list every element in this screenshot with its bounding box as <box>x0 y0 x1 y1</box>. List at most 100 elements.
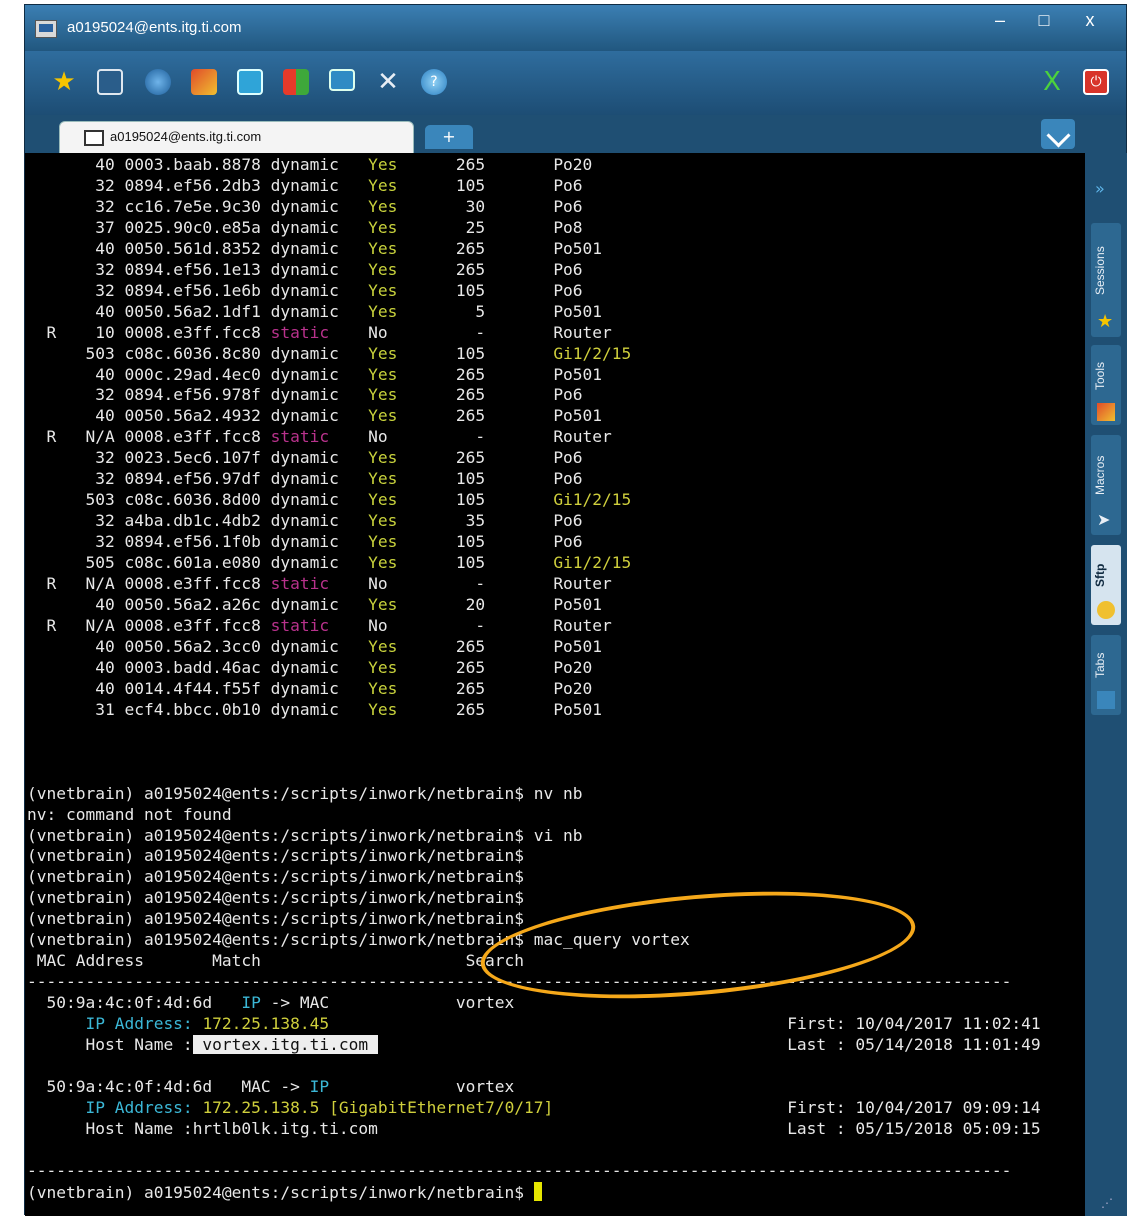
entry-type: dynamic <box>270 657 369 677</box>
collapse-sidebar-button[interactable]: » <box>1095 179 1105 198</box>
port-name: Po6 <box>553 259 583 279</box>
entry-type: static <box>270 615 369 635</box>
secure-flag: Yes <box>368 259 437 279</box>
row-prefix: 503 <box>27 343 125 363</box>
maximize-button[interactable]: □ <box>1022 5 1066 35</box>
entry-type: dynamic <box>270 238 369 258</box>
tab-session[interactable]: a0195024@ents.itg.ti.com <box>59 121 414 155</box>
close-button[interactable]: x <box>1068 5 1112 35</box>
row-prefix: R N/A <box>27 427 125 447</box>
terminal-output[interactable]: 40 0003.baab.8878 dynamic Yes 265 Po20 3… <box>25 153 1085 1216</box>
secure-flag: Yes <box>368 553 437 573</box>
mac-address: ecf4.bbcc.0b10 <box>124 699 271 719</box>
port-name: Po6 <box>553 196 583 216</box>
help-icon[interactable]: ? <box>421 69 447 95</box>
port-name: Po20 <box>553 155 593 174</box>
age-value: 105 <box>436 490 554 510</box>
terminal-icon[interactable] <box>237 69 263 95</box>
mac-table-row: 37 0025.90c0.e85a dynamic Yes 25 Po8 <box>27 217 582 237</box>
port-name: Po6 <box>553 469 583 489</box>
monitor-icon[interactable] <box>329 69 355 91</box>
port-name: Po501 <box>553 406 603 426</box>
shell-output: nv: command not found <box>27 804 232 824</box>
age-value: 265 <box>436 364 554 384</box>
mac-address: 0008.e3ff.fcc8 <box>124 615 271 635</box>
row-prefix: 32 <box>27 196 125 216</box>
secure-flag: Yes <box>368 280 437 300</box>
secure-flag: Yes <box>368 196 437 216</box>
port-name: Router <box>553 427 612 447</box>
mac-table-row: 31 ecf4.bbcc.0b10 dynamic Yes 265 Po501 <box>27 700 602 719</box>
sftp-icon <box>1097 601 1115 619</box>
sidebar-item-tools[interactable]: Tools <box>1091 345 1121 425</box>
match-to: MAC <box>299 993 456 1013</box>
shell-prompt: (vnetbrain) a0195024@ents:/scripts/inwor… <box>27 888 525 908</box>
secure-flag: Yes <box>368 364 437 384</box>
secure-flag: No <box>368 574 437 594</box>
age-value: 105 <box>436 343 554 363</box>
age-value: 20 <box>436 595 554 615</box>
star-icon[interactable]: ★ <box>51 67 77 97</box>
column-header-mac: MAC Address <box>27 951 213 971</box>
mac-address: 0894.ef56.1e13 <box>124 259 271 279</box>
age-value: 265 <box>436 678 554 698</box>
age-value: 265 <box>436 155 554 174</box>
secure-flag: Yes <box>368 238 437 258</box>
ip-address-label: IP Address: <box>27 1097 203 1117</box>
last-seen: Last : 05/14/2018 11:01:49 <box>787 1035 1041 1055</box>
age-value: 35 <box>436 511 554 531</box>
age-value: 25 <box>436 217 554 237</box>
tools-icon[interactable] <box>191 69 217 95</box>
sidebar-item-tabs[interactable]: Tabs <box>1091 635 1121 715</box>
secure-flag: Yes <box>368 385 437 405</box>
sessions-icon[interactable] <box>97 69 123 95</box>
monitor-icon <box>84 130 104 146</box>
minimize-button[interactable]: – <box>978 5 1022 35</box>
shell-prompt: (vnetbrain) a0195024@ents:/scripts/inwor… <box>27 909 525 929</box>
layout-icon[interactable] <box>283 69 309 95</box>
split-view-icon[interactable] <box>1041 119 1075 149</box>
match-arrow: -> <box>260 993 300 1013</box>
globe-icon[interactable] <box>145 69 171 95</box>
shell-command: mac_query vortex <box>524 930 690 950</box>
row-prefix: 32 <box>27 259 125 279</box>
entry-type: dynamic <box>270 678 369 698</box>
mac-address: 0003.baab.8878 <box>124 155 271 174</box>
age-value: 265 <box>436 385 554 405</box>
sidebar-item-macros[interactable]: Macros ➤ <box>1091 435 1121 535</box>
secure-flag: Yes <box>368 155 437 174</box>
first-seen: First: 10/04/2017 11:02:41 <box>787 1014 1041 1034</box>
secure-flag: Yes <box>368 636 437 656</box>
ip-address-value: 172.25.138.5 <box>202 1097 320 1117</box>
title-bar[interactable]: a0195024@ents.itg.ti.com – □ x <box>25 5 1126 51</box>
mac-table-row: 40 0003.baab.8878 dynamic Yes 265 Po20 <box>27 155 592 174</box>
x-server-icon[interactable]: X <box>1039 67 1065 97</box>
wrench-icon[interactable]: ✕ <box>375 67 401 97</box>
mac-address: c08c.6036.8d00 <box>124 490 271 510</box>
secure-flag: Yes <box>368 448 437 468</box>
entry-type: dynamic <box>270 699 369 719</box>
secure-flag: Yes <box>368 217 437 237</box>
result-search: vortex <box>455 993 515 1013</box>
ip-address-label: IP Address: <box>27 1014 203 1034</box>
mac-address: 000c.29ad.4ec0 <box>124 364 271 384</box>
entry-type: dynamic <box>270 595 369 615</box>
entry-type: static <box>270 322 369 342</box>
shell-prompt: (vnetbrain) a0195024@ents:/scripts/inwor… <box>27 846 525 866</box>
new-tab-button[interactable]: + <box>425 125 473 149</box>
mac-address: 0894.ef56.97df <box>124 469 271 489</box>
age-value: 30 <box>436 196 554 216</box>
tabs-icon <box>1097 691 1115 709</box>
power-icon[interactable]: ⏻ <box>1083 69 1109 95</box>
star-icon: ★ <box>1097 311 1114 332</box>
secure-flag: Yes <box>368 511 437 531</box>
sidebar-item-sftp[interactable]: Sftp <box>1091 545 1121 625</box>
resize-grip-icon[interactable]: ⋰ <box>1101 1196 1113 1210</box>
shell-command: vi nb <box>524 825 583 845</box>
mac-table-row: 32 a4ba.db1c.4db2 dynamic Yes 35 Po6 <box>27 511 582 531</box>
app-logo-icon <box>35 20 57 38</box>
match-from: IP <box>241 993 261 1013</box>
row-prefix: 40 <box>27 595 125 615</box>
sidebar-item-sessions[interactable]: Sessions ★ <box>1091 223 1121 337</box>
host-name-label: Host Name : <box>27 1118 193 1138</box>
